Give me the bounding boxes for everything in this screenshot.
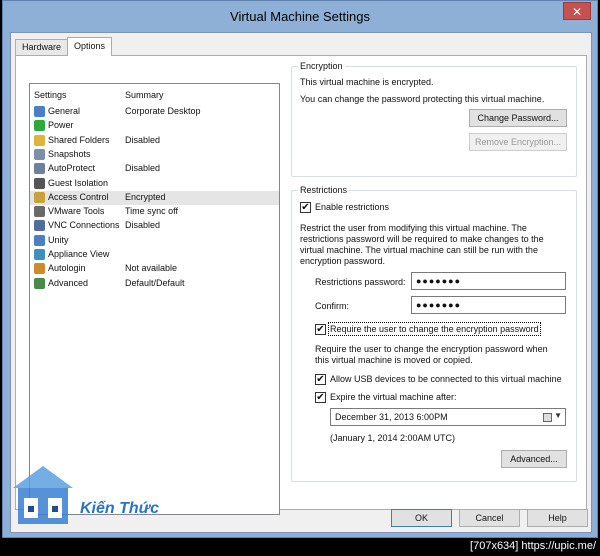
settings-row-name: General xyxy=(48,106,81,116)
remove-encryption-button[interactable]: Remove Encryption... xyxy=(469,133,567,151)
options-panel: Settings Summary General Corporate Deskto… xyxy=(15,55,587,515)
general-icon xyxy=(34,106,45,117)
settings-row-name: AutoProtect xyxy=(48,163,96,174)
restrictions-group: Restrictions ✔ Enable restrictions Restr… xyxy=(291,185,577,482)
enable-restrictions-label[interactable]: Enable restrictions xyxy=(315,202,389,212)
column-header-summary[interactable]: Summary xyxy=(125,90,164,100)
unity-icon xyxy=(34,234,45,246)
settings-row-name: Unity xyxy=(48,234,69,245)
expire-datetime-value: December 31, 2013 6:00PM xyxy=(335,412,448,422)
restrictions-description-line: virtual machine. The virtual machine can… xyxy=(300,245,538,255)
restrictions-description-line: encryption password. xyxy=(300,256,386,266)
expire-datetime-picker[interactable]: December 31, 2013 6:00PM ▼ xyxy=(330,408,566,426)
settings-row-name: Appliance View xyxy=(48,249,110,259)
access-control-icon xyxy=(34,191,45,203)
settings-row[interactable]: VMware Tools Time sync off xyxy=(30,205,279,219)
watermark-house-icon xyxy=(13,466,73,524)
settings-row[interactable]: Shared Folders Disabled xyxy=(30,134,279,148)
advanced-icon xyxy=(34,277,45,289)
settings-row-summary: Disabled xyxy=(125,220,161,231)
settings-row[interactable]: Power xyxy=(30,119,279,133)
settings-row-summary: Encrypted xyxy=(125,191,166,202)
power-icon xyxy=(34,120,45,132)
vmware-tools-icon xyxy=(34,206,45,218)
confirm-label: Confirm: xyxy=(315,301,350,311)
watermark-logo: Kiến Thức xyxy=(8,458,183,530)
tab-options[interactable]: Options xyxy=(67,37,113,56)
require-change-description-line: Require the user to change the encryptio… xyxy=(315,344,548,354)
enable-restrictions-checkbox[interactable]: ✔ xyxy=(300,202,311,213)
confirm-password-input[interactable]: ●●●●●●● xyxy=(411,296,566,314)
advanced-button[interactable]: Advanced... xyxy=(501,450,567,468)
encryption-info-text: You can change the password protecting t… xyxy=(300,94,545,104)
settings-row[interactable]: Advanced Default/Default xyxy=(30,277,279,291)
appliance-view-icon xyxy=(34,249,45,260)
settings-row-summary: Not available xyxy=(125,263,178,274)
help-button[interactable]: Help xyxy=(527,509,588,527)
expire-vm-checkbox[interactable]: ✔ xyxy=(315,392,326,403)
snapshots-icon xyxy=(34,148,45,160)
settings-row-name: VMware Tools xyxy=(48,206,105,217)
require-change-password-checkbox[interactable]: ✔ xyxy=(315,324,326,335)
column-header-settings[interactable]: Settings xyxy=(34,90,67,100)
settings-row-summary: Disabled xyxy=(125,134,161,145)
restrictions-password-input[interactable]: ●●●●●●● xyxy=(411,272,566,290)
close-button[interactable]: ✕ xyxy=(563,2,591,20)
chevron-down-icon[interactable]: ▼ xyxy=(554,411,562,420)
settings-list[interactable]: Settings Summary General Corporate Deskto… xyxy=(29,83,280,515)
encryption-status-text: This virtual machine is encrypted. xyxy=(300,77,434,87)
calendar-icon[interactable] xyxy=(543,413,552,422)
encryption-legend: Encryption xyxy=(298,61,345,71)
guest-isolation-icon xyxy=(34,177,45,189)
settings-row[interactable]: General Corporate Desktop xyxy=(30,105,279,119)
cancel-button[interactable]: Cancel xyxy=(459,509,520,527)
settings-row[interactable]: Guest Isolation xyxy=(30,177,279,191)
settings-row-name: Power xyxy=(48,120,74,131)
settings-row[interactable]: Autologin Not available xyxy=(30,262,279,276)
shared-folders-icon xyxy=(34,134,45,146)
settings-row-name: Snapshots xyxy=(48,148,91,159)
settings-row[interactable]: VNC Connections Disabled xyxy=(30,219,279,233)
allow-usb-label[interactable]: Allow USB devices to be connected to thi… xyxy=(330,374,562,384)
vnc-connections-icon xyxy=(34,220,45,232)
settings-row[interactable]: Snapshots xyxy=(30,148,279,162)
settings-row-name: Guest Isolation xyxy=(48,177,109,188)
title-bar[interactable]: Virtual Machine Settings ✕ xyxy=(3,1,597,31)
settings-row-name: Autologin xyxy=(48,263,86,274)
watermark-text: Kiến Thức xyxy=(80,500,159,517)
settings-row-summary: Disabled xyxy=(125,163,161,174)
settings-row[interactable]: AutoProtect Disabled xyxy=(30,162,279,176)
restrictions-password-label: Restrictions password: xyxy=(315,277,406,287)
expire-utc-text: (January 1, 2014 2:00AM UTC) xyxy=(330,433,456,443)
tab-hardware[interactable]: Hardware xyxy=(15,39,69,55)
settings-row-summary: Default/Default xyxy=(125,277,185,288)
restrictions-description-line: restrictions password will be required t… xyxy=(300,234,544,244)
autologin-icon xyxy=(34,263,45,275)
window-title: Virtual Machine Settings xyxy=(230,9,370,24)
expire-vm-label[interactable]: Expire the virtual machine after: xyxy=(330,392,457,402)
settings-row-name: Advanced xyxy=(48,277,89,288)
status-bar: [707x634] https://upic.me/ xyxy=(0,538,600,556)
settings-row[interactable]: Appliance View xyxy=(30,248,279,262)
settings-row-name: Shared Folders xyxy=(48,134,110,145)
encryption-group: Encryption This virtual machine is encry… xyxy=(291,61,577,177)
settings-row-name: VNC Connections xyxy=(48,220,120,231)
settings-row[interactable]: Access Control Encrypted xyxy=(30,190,279,205)
status-text: [707x634] https://upic.me/ xyxy=(470,540,596,552)
autoprotect-icon xyxy=(34,163,45,175)
settings-row-summary: Time sync off xyxy=(125,206,179,217)
ok-button[interactable]: OK xyxy=(391,509,452,527)
restrictions-legend: Restrictions xyxy=(298,185,350,195)
restrictions-description-line: Restrict the user from modifying this vi… xyxy=(300,223,527,233)
settings-row-name: Access Control xyxy=(48,191,109,202)
change-password-button[interactable]: Change Password... xyxy=(469,109,567,127)
require-change-password-label[interactable]: Require the user to change the encryptio… xyxy=(328,322,541,336)
settings-row-summary: Corporate Desktop xyxy=(125,106,201,116)
allow-usb-checkbox[interactable]: ✔ xyxy=(315,374,326,385)
settings-row[interactable]: Unity xyxy=(30,234,279,248)
require-change-description-line: this virtual machine is moved or copied. xyxy=(315,355,473,365)
